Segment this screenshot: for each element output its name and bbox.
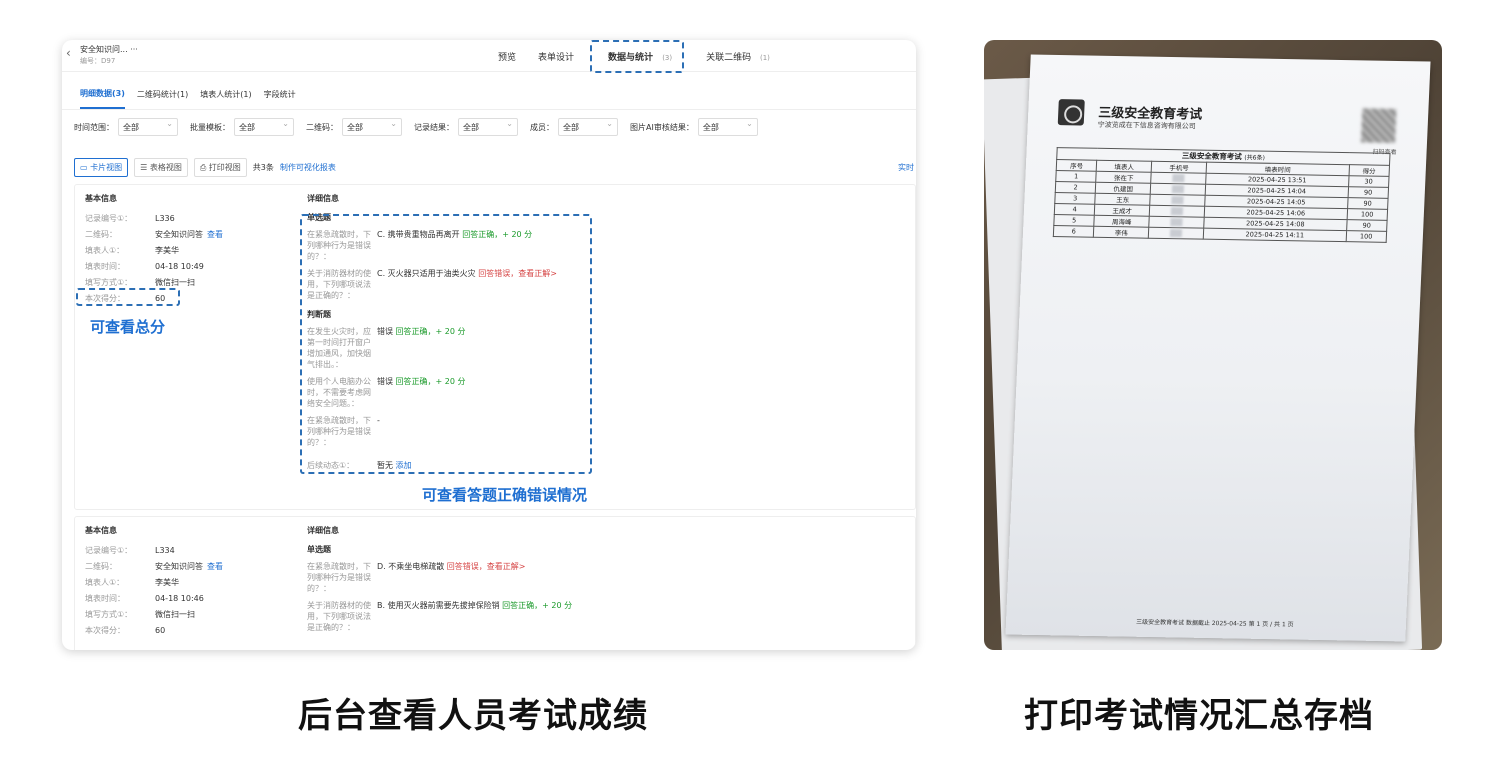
basic-info: 基本信息 记录编号①： L334 二维码： 安全知识问答 查看 填表人①： 李美华 填表… xyxy=(85,525,285,638)
realtime-link[interactable]: 实时 xyxy=(898,162,914,173)
filter-bar: 时间范围：全部 批量模板：全部 二维码：全部 记录结果：全部 成员：全部 图片A… xyxy=(62,110,916,144)
subtab-filler-stats[interactable]: 填表人统计(1) xyxy=(200,81,251,108)
record-total: 共3条 xyxy=(252,162,274,172)
seal-icon xyxy=(1057,99,1085,126)
tab-linked-qr[interactable]: 关联二维码 (1) xyxy=(694,46,776,67)
score-annotation: 可查看总分 xyxy=(90,318,166,336)
score-table: 三级安全教育考试 (共6条) 序号填表人手机号填表时间得分 1张在下000202… xyxy=(1053,147,1391,243)
subtab-qr-stats[interactable]: 二维码统计(1) xyxy=(137,81,188,108)
paper-company: 宁波览成在下信息咨询有限公司 xyxy=(1097,120,1196,131)
filter-qr-select[interactable]: 全部 xyxy=(342,118,402,136)
subtab-detail-data[interactable]: 明细数据(3) xyxy=(80,80,125,109)
tab-form-design[interactable]: 表单设计 xyxy=(532,46,580,67)
caption-right: 打印考试情况汇总存档 xyxy=(1024,696,1374,736)
field-row: 二维码： 安全知识问答 查看 xyxy=(85,229,223,240)
card-view-button[interactable]: ▭ 卡片视图 xyxy=(74,157,129,177)
field-row: 填表时间： 04-18 10:49 xyxy=(85,261,204,271)
score-highlight-box xyxy=(76,288,180,306)
printed-paper: 三级安全教育考试 宁波览成在下信息咨询有限公司 扫码查看 三级安全教育考试 (共… xyxy=(1005,54,1431,642)
view-qr-link[interactable]: 查看 xyxy=(207,229,223,240)
subtab-field-stats[interactable]: 字段统计 xyxy=(264,81,296,108)
field-row: 记录编号①： L334 xyxy=(85,545,175,555)
filter-template-select[interactable]: 全部 xyxy=(234,118,294,136)
field-row: 填表时间： 04-18 10:46 xyxy=(85,593,204,603)
filter-member: 成员： 全部 xyxy=(530,118,618,136)
filter-result: 记录结果： 全部 xyxy=(414,118,518,136)
detail-info-title: 详细信息 xyxy=(307,194,339,203)
detail-annotation: 可查看答题正确错误情况 xyxy=(422,486,588,504)
stage: ‹ 安全知识问... ··· 编号：D97 预览 表单设计 数据与统计 (3) … xyxy=(0,0,1500,778)
filter-time-select[interactable]: 全部 xyxy=(118,118,178,136)
admin-screenshot: ‹ 安全知识问... ··· 编号：D97 预览 表单设计 数据与统计 (3) … xyxy=(62,40,916,650)
field-row: 二维码： 安全知识问答 查看 xyxy=(85,561,223,572)
filter-qr: 二维码： 全部 xyxy=(306,118,402,136)
main-nav: 预览 表单设计 数据与统计 (3) 关联二维码 (1) xyxy=(492,40,776,73)
view-answer-link[interactable]: 回答错误，查看正解> xyxy=(447,562,526,571)
top-bar: ‹ 安全知识问... ··· 编号：D97 预览 表单设计 数据与统计 (3) … xyxy=(62,40,916,73)
paper-footer: 三级安全教育考试 数据截止 2025-04-25 第 1 页 / 共 1 页 xyxy=(1135,618,1294,629)
field-row: 填表人①： 李美华 xyxy=(85,245,179,255)
field-row: 填表人①： 李美华 xyxy=(85,577,179,587)
view-bar: ▭ 卡片视图 ☰ 表格视图 ⎙ 打印视图 共3条 制作可视化报表 实时 xyxy=(62,154,916,180)
question-row: 在紧急疏散时，下列哪种行为是错误的？： D. 不乘坐电梯疏散 回答错误，查看正解> xyxy=(307,562,526,593)
filter-ai-review-select[interactable]: 全部 xyxy=(697,118,758,136)
filter-result-select[interactable]: 全部 xyxy=(458,118,518,136)
back-icon[interactable]: ‹ xyxy=(66,46,71,60)
field-row: 填写方式①： 微信扫一扫 xyxy=(85,609,195,619)
question-row: 关于消防器材的使用，下列哪项说法是正确的？： B. 使用灭火器前需要先拔掉保险销 … xyxy=(307,601,573,632)
app-title: 安全知识问... ··· xyxy=(80,45,138,54)
tab-preview[interactable]: 预览 xyxy=(492,46,522,67)
caption-left: 后台查看人员考试成绩 xyxy=(298,696,648,736)
filter-template: 批量模板： 全部 xyxy=(190,118,294,136)
print-view-button[interactable]: ⎙ 打印视图 xyxy=(193,157,247,177)
tab-data-stats[interactable]: 数据与统计 (3) xyxy=(590,40,685,73)
detail-highlight-box xyxy=(300,214,592,474)
sub-tabs: 明细数据(3) 二维码统计(1) 填表人统计(1) 字段统计 xyxy=(62,80,916,110)
view-qr-link[interactable]: 查看 xyxy=(207,561,223,572)
record-card: 基本信息 记录编号①： L334 二维码： 安全知识问答 查看 填表人①： 李美华 填表… xyxy=(74,516,916,650)
score-row: 本次得分： 60 xyxy=(85,625,166,635)
detail-info: 详细信息 单选题 在紧急疏散时，下列哪种行为是错误的？： D. 不乘坐电梯疏散 回… xyxy=(307,525,607,639)
printed-archive-photo: 三级安全教育考试 宁波览成在下信息咨询有限公司 扫码查看 三级安全教育考试 (共… xyxy=(984,40,1442,650)
table-view-button[interactable]: ☰ 表格视图 xyxy=(134,157,188,177)
qr-code-icon xyxy=(1360,108,1397,143)
report-link[interactable]: 制作可视化报表 xyxy=(280,162,336,173)
field-row: 记录编号①： L336 xyxy=(85,213,175,223)
filter-time: 时间范围： 全部 xyxy=(74,118,178,136)
filter-ai-review: 图片AI审核结果： 全部 xyxy=(630,118,758,136)
filter-member-select[interactable]: 全部 xyxy=(558,118,618,136)
app-code: 编号：D97 xyxy=(80,57,116,65)
basic-info-title: 基本信息 xyxy=(85,194,117,203)
